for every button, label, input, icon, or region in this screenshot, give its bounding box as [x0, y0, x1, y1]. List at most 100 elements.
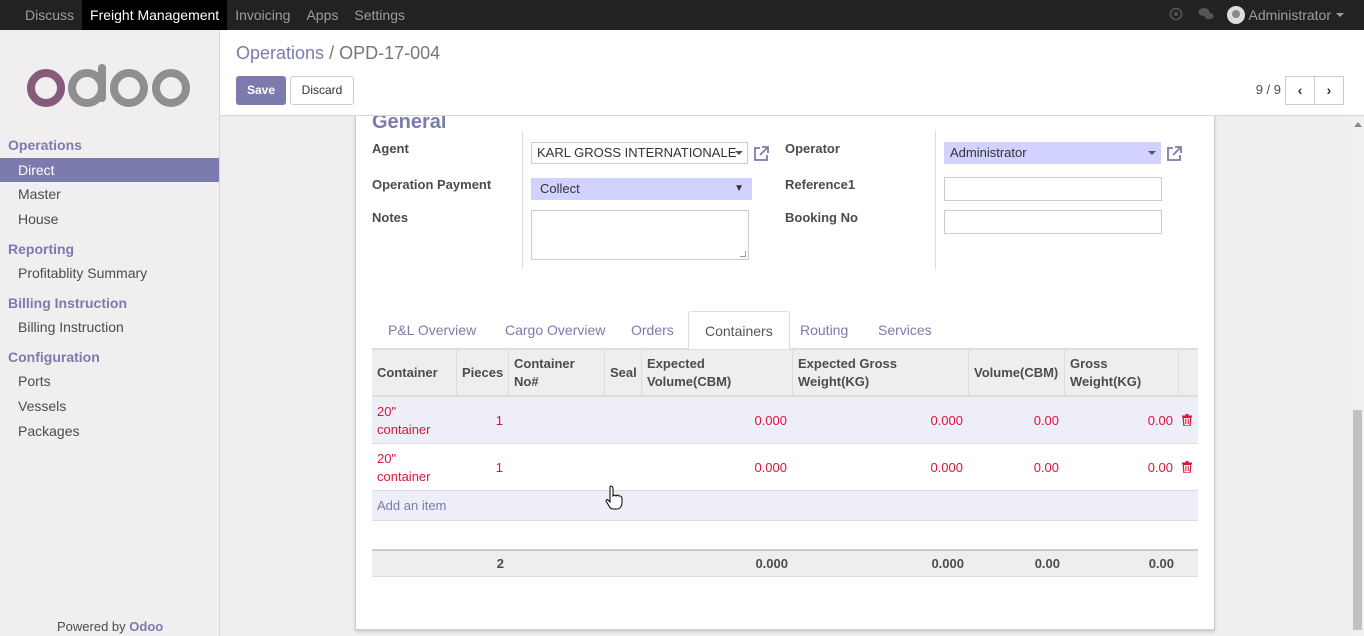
sidebar-item-billing-instruction[interactable]: Billing Instruction: [0, 315, 219, 339]
control-panel: Operations / OPD-17-004 Save Discard 9 /…: [220, 30, 1364, 116]
trash-icon[interactable]: [1182, 414, 1192, 426]
cell-container[interactable]: 20" container: [372, 444, 456, 491]
resize-handle-icon[interactable]: [740, 251, 746, 257]
powered-by-label: Powered by: [57, 619, 126, 634]
notes-textarea[interactable]: [531, 210, 749, 260]
caret-down-icon: ▼: [734, 183, 744, 194]
messages-icon[interactable]: [1191, 7, 1221, 24]
agent-value: KARL GROSS INTERNATIONALE: [537, 145, 737, 160]
sidebar: Operations Direct Master House Reporting…: [0, 30, 220, 636]
sidebar-item-master[interactable]: Master: [0, 182, 219, 206]
vertical-scrollbar[interactable]: [1351, 116, 1364, 636]
avatar: [1226, 6, 1245, 24]
group-divider: [935, 131, 936, 269]
total-expected-volume: 0.000: [755, 556, 788, 571]
tab-containers[interactable]: Containers: [688, 311, 790, 350]
cell-gross-weight[interactable]: 0.00: [1064, 397, 1178, 444]
reference1-input[interactable]: [944, 177, 1162, 201]
cell-container-no[interactable]: [508, 444, 604, 491]
cell-container-no[interactable]: [508, 397, 604, 444]
chat-icon[interactable]: [1161, 7, 1191, 24]
pager-next-button[interactable]: ›: [1314, 76, 1344, 105]
cell-seal[interactable]: [604, 397, 641, 444]
column-header-container-no[interactable]: Container No#: [508, 350, 604, 396]
save-button[interactable]: Save: [236, 76, 286, 105]
table-row[interactable]: 20" container 1 0.000 0.000 0.00 0.00: [372, 397, 1198, 444]
table-row[interactable]: 20" container 1 0.000 0.000 0.00 0.00: [372, 444, 1198, 491]
tab-routing[interactable]: Routing: [784, 311, 864, 349]
cell-expected-gross-weight[interactable]: 0.000: [792, 397, 968, 444]
section-title: General: [372, 116, 447, 133]
trash-icon[interactable]: [1182, 461, 1192, 473]
external-link-icon[interactable]: [1165, 145, 1183, 163]
tab-orders[interactable]: Orders: [615, 311, 690, 349]
total-pieces: 2: [496, 556, 504, 571]
sidebar-item-direct[interactable]: Direct: [0, 158, 219, 182]
agent-label: Agent: [372, 141, 409, 156]
agent-field[interactable]: KARL GROSS INTERNATIONALE: [531, 142, 748, 164]
scroll-up-arrow-icon[interactable]: [1354, 122, 1362, 127]
cell-expected-gross-weight[interactable]: 0.000: [792, 444, 968, 491]
pager-previous-button[interactable]: ‹: [1285, 76, 1315, 105]
sidebar-item-ports[interactable]: Ports: [0, 369, 219, 393]
scrollbar-thumb[interactable]: [1353, 410, 1362, 630]
breadcrumb-separator: /: [329, 43, 335, 63]
cell-volume[interactable]: 0.00: [968, 444, 1064, 491]
chevron-down-icon[interactable]: [1148, 151, 1156, 155]
operator-field[interactable]: Administrator: [944, 142, 1161, 164]
external-link-icon[interactable]: [752, 145, 770, 163]
column-header-expected-volume[interactable]: Expected Volume(CBM): [641, 350, 792, 396]
tab-pl-overview[interactable]: P&L Overview: [372, 311, 492, 349]
tab-services[interactable]: Services: [862, 311, 948, 349]
cell-expected-volume[interactable]: 0.000: [641, 444, 792, 491]
total-expected-gross-weight: 0.000: [931, 556, 964, 571]
total-gross-weight: 0.00: [1148, 556, 1174, 571]
sidebar-item-house[interactable]: House: [0, 207, 219, 231]
cell-expected-volume[interactable]: 0.000: [641, 397, 792, 444]
form-view: General Agent KARL GROSS INTERNATIONALE …: [220, 116, 1351, 636]
topbar-right: Administrator: [1161, 0, 1364, 30]
powered-by: Powered by Odoo: [57, 619, 163, 634]
chevron-down-icon[interactable]: [735, 151, 743, 155]
powered-by-link[interactable]: Odoo: [129, 619, 163, 634]
menu-apps[interactable]: Apps: [298, 0, 346, 30]
cell-container[interactable]: 20" container: [372, 397, 456, 444]
table-header: Container Pieces Container No# Seal Expe…: [372, 349, 1198, 397]
cell-pieces[interactable]: 1: [456, 397, 508, 444]
sidebar-item-packages[interactable]: Packages: [0, 419, 219, 443]
breadcrumb-current: OPD-17-004: [339, 43, 441, 63]
odoo-logo[interactable]: [25, 64, 195, 110]
menu-settings[interactable]: Settings: [346, 0, 413, 30]
menu-invoicing[interactable]: Invoicing: [227, 0, 298, 30]
column-header-pieces[interactable]: Pieces: [456, 350, 508, 396]
user-name: Administrator: [1248, 7, 1331, 23]
menu-freight-management[interactable]: Freight Management: [82, 0, 228, 30]
cell-gross-weight[interactable]: 0.00: [1064, 444, 1178, 491]
sidebar-item-vessels[interactable]: Vessels: [0, 394, 219, 418]
group-divider: [522, 131, 523, 269]
sidebar-section-reporting: Reporting: [8, 241, 75, 257]
breadcrumb-operations[interactable]: Operations: [236, 43, 324, 63]
tab-cargo-overview[interactable]: Cargo Overview: [489, 311, 621, 349]
chevron-down-icon: [1336, 13, 1344, 17]
column-header-seal[interactable]: Seal: [604, 350, 641, 396]
cell-pieces[interactable]: 1: [456, 444, 508, 491]
menu-discuss[interactable]: Discuss: [0, 0, 82, 30]
cell-volume[interactable]: 0.00: [968, 397, 1064, 444]
column-header-gross-weight[interactable]: Gross Weight(KG): [1064, 350, 1178, 396]
column-header-container[interactable]: Container: [372, 350, 456, 396]
app-menu: Discuss Freight Management Invoicing App…: [0, 0, 413, 30]
sidebar-section-billing-instruction: Billing Instruction: [8, 295, 127, 311]
discard-button[interactable]: Discard: [290, 76, 354, 105]
sidebar-section-configuration: Configuration: [8, 349, 100, 365]
chevron-left-icon: ‹: [1297, 82, 1303, 98]
user-menu[interactable]: Administrator: [1221, 6, 1364, 24]
booking-no-input[interactable]: [944, 210, 1162, 234]
column-header-volume[interactable]: Volume(CBM): [968, 350, 1064, 396]
sidebar-item-profitability-summary[interactable]: Profitablity Summary: [0, 261, 219, 285]
top-navbar: Discuss Freight Management Invoicing App…: [0, 0, 1364, 30]
pager-value: 9 / 9: [1255, 82, 1281, 97]
column-header-expected-gross-weight[interactable]: Expected Gross Weight(KG): [792, 350, 968, 396]
operation-payment-select[interactable]: Collect ▼: [531, 178, 752, 200]
add-item-link[interactable]: Add an item: [377, 498, 446, 513]
